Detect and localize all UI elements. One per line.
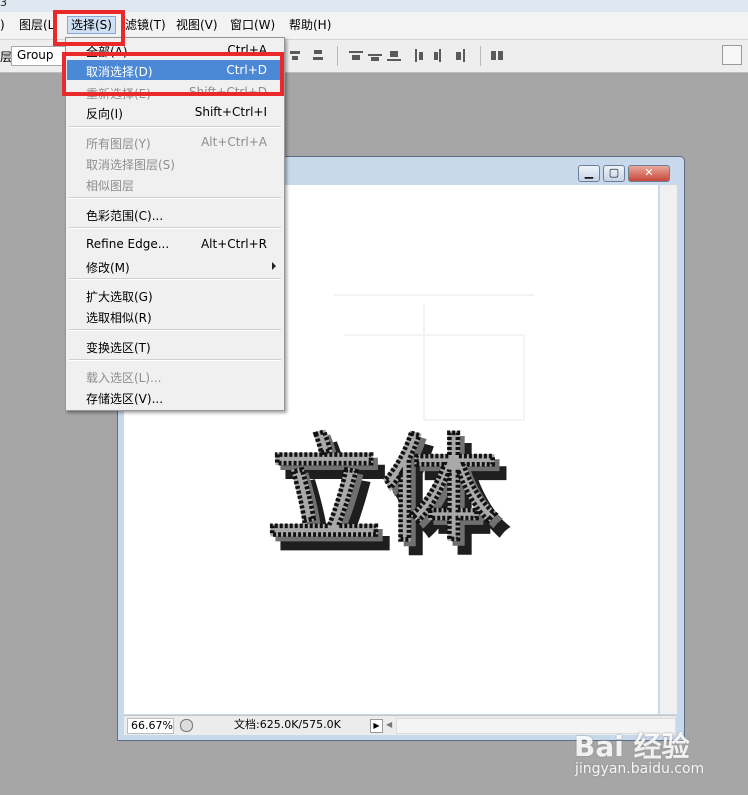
menu-item-layer[interactable]: 图层(L — [19, 17, 54, 33]
menu-separator — [69, 126, 281, 128]
toolbar-separator — [480, 46, 481, 66]
menu-item-similar[interactable]: 选取相似(R) — [67, 306, 283, 326]
menu-item-help[interactable]: 帮助(H) — [289, 17, 331, 33]
annotation-box-deselect — [62, 52, 284, 96]
zoom-value: 66.67% — [131, 719, 173, 732]
menu-item-transform-selection[interactable]: 变换选区(T) — [67, 336, 283, 356]
restore-button[interactable]: ▢ — [603, 165, 625, 182]
distribute-icon[interactable] — [387, 49, 401, 62]
canvas-faint-lines — [334, 294, 534, 421]
menu-separator — [69, 278, 281, 280]
status-menu-arrow-icon[interactable]: ▶ — [370, 719, 383, 733]
close-button[interactable]: ✕ — [628, 165, 670, 182]
menu-item-save-selection[interactable]: 存储选区(V)... — [67, 387, 283, 407]
vertical-scrollbar[interactable] — [659, 185, 677, 714]
minimize-button[interactable]: ▁ — [578, 165, 600, 182]
align-icon[interactable] — [311, 49, 325, 62]
distribute-icon[interactable] — [368, 49, 382, 62]
canvas-text-selection: 立体 — [266, 423, 498, 558]
auto-select-dropdown[interactable]: Group — [11, 46, 69, 66]
menu-separator — [69, 227, 281, 229]
menu-item-modify[interactable]: 修改(M) — [67, 256, 283, 276]
distribute-icon[interactable] — [349, 49, 363, 62]
doc-size-readout: 文档:625.0K/575.0K — [234, 718, 341, 731]
restore-icon: ▢ — [608, 166, 620, 179]
auto-select-value: Group — [17, 48, 54, 62]
menu-item-edit-fragment[interactable]: ) — [0, 17, 5, 33]
distribute-icon[interactable] — [433, 49, 447, 62]
menu-item-color-range[interactable]: 色彩范围(C)... — [67, 204, 283, 224]
auto-align-icon[interactable] — [490, 49, 504, 62]
watermark-logo: Bai 经验 — [574, 730, 690, 763]
menu-item-load-selection[interactable]: 载入选区(L)... — [67, 366, 283, 386]
distribute-icon[interactable] — [452, 49, 466, 62]
zoom-field[interactable]: 66.67% — [127, 718, 174, 734]
menu-item-refine-edge[interactable]: Refine Edge... Alt+Ctrl+R — [67, 234, 283, 254]
menu-item-all-layers[interactable]: 所有图层(Y) Alt+Ctrl+A — [67, 132, 283, 152]
zoom-icon[interactable] — [180, 719, 193, 732]
align-icon[interactable] — [288, 49, 302, 62]
menu-item-similar-layers[interactable]: 相似图层 — [67, 174, 283, 194]
menu-item-grow[interactable]: 扩大选取(G) — [67, 285, 283, 305]
minimize-icon: ▁ — [584, 166, 594, 179]
bridge-icon[interactable] — [722, 45, 742, 65]
menu-item-window[interactable]: 窗口(W) — [230, 17, 275, 33]
menu-item-deselect-layers[interactable]: 取消选择图层(S) — [67, 153, 283, 173]
menu-separator — [69, 329, 281, 331]
menu-item-filter[interactable]: 滤镜(T) — [125, 17, 166, 33]
app-title-fragment: 3 — [0, 0, 7, 9]
close-icon: ✕ — [644, 166, 654, 179]
menu-item-view[interactable]: 视图(V) — [176, 17, 218, 33]
menu-item-inverse[interactable]: 反向(I) Shift+Ctrl+I — [67, 102, 283, 122]
annotation-box-select-menu — [53, 10, 125, 46]
menu-separator — [69, 359, 281, 361]
menu-separator — [69, 197, 281, 199]
toolbar-separator — [337, 46, 338, 66]
distribute-icon[interactable] — [414, 49, 428, 62]
scroll-left-icon[interactable]: ◀ — [386, 719, 392, 731]
watermark-url: jingyan.baidu.com — [575, 761, 705, 777]
submenu-arrow-icon — [272, 262, 276, 270]
